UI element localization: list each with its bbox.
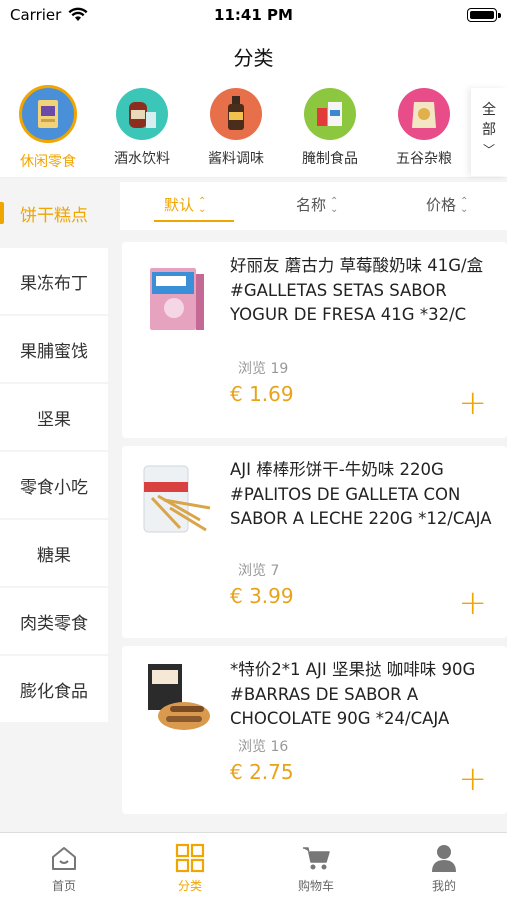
- grains-icon: [398, 88, 450, 140]
- user-icon: [432, 845, 456, 872]
- sidebar-item-candy[interactable]: 糖果: [0, 520, 108, 586]
- category-label: 五谷杂粮: [396, 151, 452, 167]
- sidebar-item-jelly[interactable]: 果冻布丁: [0, 248, 108, 314]
- product-name: *特价2*1 AJI 坚果挞 咖啡味 90G #BARRAS DE SABOR …: [230, 660, 476, 728]
- chevron-down-icon: ﹀: [482, 143, 495, 157]
- tab-bar: 首页 分类 购物车 我的: [0, 832, 507, 900]
- home-icon: [52, 847, 76, 870]
- sidebar-item-label: 零食小吃: [20, 477, 88, 498]
- product-image: [143, 465, 211, 533]
- category-label: 酒水饮料: [114, 151, 170, 167]
- nav-bar: 分类: [0, 32, 507, 84]
- category-label: 腌制食品: [302, 151, 358, 167]
- tab-home[interactable]: 首页: [24, 843, 104, 894]
- sidebar-item-nuts[interactable]: 坚果: [0, 384, 108, 450]
- drinks-icon: [116, 88, 168, 140]
- category-pickled[interactable]: 腌制食品: [284, 88, 376, 168]
- add-to-cart-button[interactable]: +: [459, 586, 488, 620]
- sidebar-item-meat-snacks[interactable]: 肉类零食: [0, 588, 108, 654]
- sidebar-item-snacks[interactable]: 零食小吃: [0, 452, 108, 518]
- category-grains[interactable]: 五谷杂粮: [378, 88, 470, 168]
- tab-mine[interactable]: 我的: [404, 843, 484, 894]
- add-to-cart-button[interactable]: +: [459, 762, 488, 796]
- sidebar-item-label: 膨化食品: [20, 681, 88, 702]
- product-name: AJI 棒棒形饼干-牛奶味 220G #PALITOS DE GALLETA C…: [230, 460, 492, 528]
- tab-category[interactable]: 分类: [150, 843, 230, 894]
- snacks-icon: [19, 85, 77, 143]
- product-views: 浏览 16: [238, 739, 289, 755]
- product-price: € 3.99: [230, 584, 294, 608]
- status-bar: Carrier 11:41 PM: [0, 0, 507, 32]
- product-price: € 2.75: [230, 760, 294, 784]
- sort-arrows-icon: ⌃ ⌄: [460, 195, 469, 215]
- sort-label: 名称: [296, 196, 327, 214]
- sidebar-item-label: 糖果: [37, 545, 71, 566]
- category-sauces[interactable]: 酱料调味: [190, 88, 282, 168]
- sidebar-item-label: 饼干糕点: [20, 205, 88, 226]
- sidebar-item-label: 坚果: [37, 409, 71, 430]
- product-card[interactable]: 好丽友 蘑古力 草莓酸奶味 41G/盒 #GALLETAS SETAS SABO…: [122, 242, 507, 438]
- sidebar-item-label: 肉类零食: [20, 613, 88, 634]
- product-name: 好丽友 蘑古力 草莓酸奶味 41G/盒 #GALLETAS SETAS SABO…: [230, 256, 484, 324]
- page-title: 分类: [233, 46, 274, 70]
- sort-default[interactable]: 默认 ⌃ ⌄: [164, 194, 206, 215]
- subcategory-sidebar: 饼干糕点 果冻布丁 果脯蜜饯 坚果 零食小吃 糖果 肉类零食 膨化食品: [0, 180, 108, 830]
- tab-label: 我的: [431, 879, 456, 893]
- tab-label: 首页: [51, 879, 76, 893]
- product-views: 浏览 7: [238, 563, 280, 579]
- sort-name[interactable]: 名称 ⌃ ⌄: [296, 194, 338, 215]
- sort-active-underline: [154, 220, 234, 222]
- category-drinks[interactable]: 酒水饮料: [96, 88, 188, 168]
- tab-cart[interactable]: 购物车: [276, 843, 356, 894]
- battery-icon: [467, 8, 501, 22]
- product-card[interactable]: *特价2*1 AJI 坚果挞 咖啡味 90G #BARRAS DE SABOR …: [122, 646, 507, 814]
- sauces-icon: [210, 88, 262, 140]
- category-label: 休闲零食: [20, 154, 76, 170]
- category-label: 酱料调味: [208, 151, 264, 167]
- all-label-1: 全: [482, 102, 496, 118]
- product-price: € 1.69: [230, 382, 294, 406]
- sort-price[interactable]: 价格 ⌃ ⌄: [426, 194, 468, 215]
- sidebar-item-label: 果冻布丁: [20, 273, 88, 294]
- sort-arrows-icon: ⌃ ⌄: [330, 195, 339, 215]
- product-image: [150, 268, 204, 330]
- tab-label: 购物车: [297, 879, 334, 893]
- sort-label: 价格: [426, 196, 457, 214]
- grid-icon: [175, 843, 205, 873]
- category-snacks[interactable]: 休闲零食: [2, 85, 94, 171]
- sidebar-item-label: 果脯蜜饯: [20, 341, 88, 362]
- cart-icon: [303, 847, 330, 870]
- sidebar-item-dried-fruit[interactable]: 果脯蜜饯: [0, 316, 108, 382]
- sort-arrows-icon: ⌃ ⌄: [198, 195, 207, 215]
- status-time: 11:41 PM: [214, 6, 293, 24]
- pickled-icon: [304, 88, 356, 140]
- all-label-2: 部: [482, 122, 496, 138]
- app-screen: Carrier 11:41 PM 分类 休闲零食 酒水饮料 酱料调味 腌制食品 …: [0, 0, 507, 900]
- sidebar-item-puffed-food[interactable]: 膨化食品: [0, 656, 108, 722]
- product-image: [148, 664, 210, 730]
- add-to-cart-button[interactable]: +: [459, 386, 488, 420]
- category-strip: 休闲零食 酒水饮料 酱料调味 腌制食品 五谷杂粮 全 部 ﹀: [0, 84, 507, 178]
- sort-label: 默认: [164, 196, 195, 214]
- all-categories-button[interactable]: 全 部 ﹀: [471, 88, 507, 176]
- tab-label: 分类: [177, 879, 202, 893]
- sidebar-item-biscuits[interactable]: 饼干糕点: [0, 180, 108, 246]
- product-views: 浏览 19: [238, 361, 289, 377]
- product-card[interactable]: AJI 棒棒形饼干-牛奶味 220G #PALITOS DE GALLETA C…: [122, 446, 507, 638]
- sort-bar: 默认 ⌃ ⌄ 名称 ⌃ ⌄ 价格 ⌃ ⌄: [120, 182, 507, 230]
